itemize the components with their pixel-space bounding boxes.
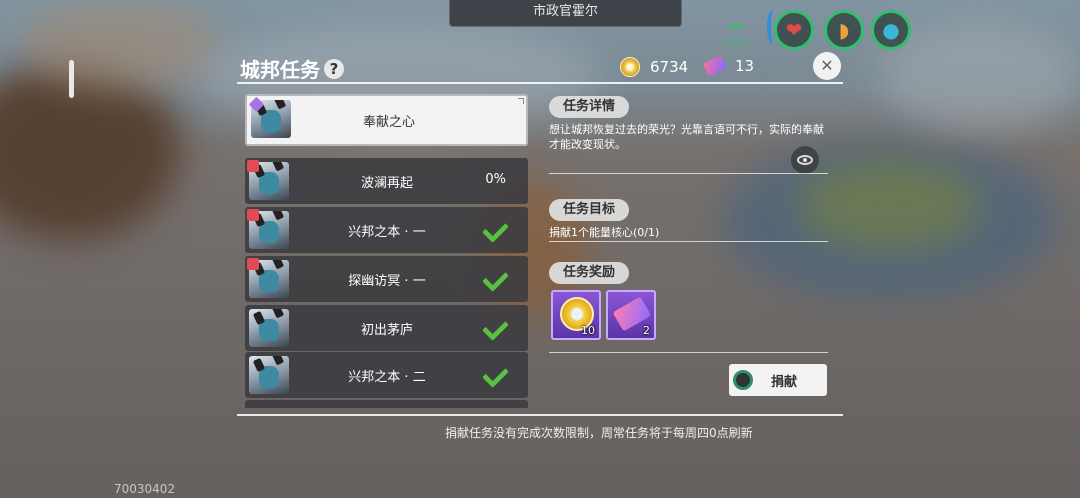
quest-item-selected[interactable]: 奉献之心 — [245, 94, 528, 146]
quest-item[interactable]: 初出茅庐 — [245, 305, 528, 351]
thirst-status-button[interactable]: ● — [871, 10, 911, 50]
close-button[interactable]: ✕ — [813, 52, 841, 80]
donate-icon — [733, 370, 753, 390]
eye-icon — [797, 155, 813, 165]
water-drop-icon: ● — [882, 18, 900, 42]
signal-icon — [726, 24, 748, 38]
ticket-counter: 13 — [702, 55, 755, 77]
footer-note: 捐献任务没有完成次数限制，周常任务将于每周四0点刷新 — [445, 426, 753, 440]
quest-goal: 捐献1个能量核心(0/1) — [549, 226, 660, 239]
section-label-detail: 任务详情 — [549, 96, 630, 118]
ticket-amount: 13 — [735, 57, 755, 75]
quest-type-badge-icon — [247, 258, 259, 270]
quest-item[interactable]: 探幽访冥 · 一 — [245, 256, 528, 302]
quest-name: 兴邦之本 · 二 — [348, 370, 426, 385]
coin-icon — [620, 57, 640, 77]
side-drawer-handle[interactable] — [69, 60, 74, 98]
donate-label: 捐献 — [770, 374, 797, 390]
quest-item[interactable]: 兴邦之本 · 二 — [245, 352, 528, 398]
view-button[interactable] — [791, 146, 819, 174]
quest-type-badge-icon — [247, 209, 259, 221]
quest-name: 探幽访冥 · 一 — [348, 274, 426, 289]
ping-value: 67ms — [725, 38, 749, 47]
coin-amount: 6734 — [650, 58, 689, 76]
reward-item[interactable]: 2 — [606, 290, 656, 340]
footer-divider — [237, 414, 843, 416]
section-divider — [549, 352, 828, 353]
quest-progress: 0% — [485, 172, 506, 187]
ticket-icon — [702, 55, 728, 77]
reward-count: 10 — [581, 324, 595, 337]
quest-name: 奉献之心 — [362, 115, 415, 130]
npc-portrait — [249, 309, 289, 347]
quest-description: 想让城邦恢复过去的荣光？光靠言语可不行，实际的奉献才能改变现状。 — [549, 123, 824, 151]
checkmark-icon — [482, 266, 510, 290]
quest-item[interactable]: 兴邦之本 · 一 — [245, 207, 528, 253]
checkmark-icon — [482, 315, 510, 339]
quest-type-badge-icon — [247, 160, 259, 172]
npc-portrait — [249, 356, 289, 394]
section-label-goal: 任务目标 — [549, 199, 630, 221]
coin-counter: 6734 — [620, 57, 688, 77]
quest-name: 兴邦之本 · 一 — [348, 225, 426, 240]
player-uid: 70030402 — [114, 482, 176, 496]
help-button[interactable]: ? — [324, 58, 344, 79]
quest-item[interactable]: 波澜再起 0% — [245, 158, 528, 204]
quest-name: 波澜再起 — [360, 176, 413, 191]
checkmark-icon — [482, 217, 510, 241]
npc-name-tab: 市政官霍尔 — [449, 0, 682, 27]
quest-item-partial[interactable] — [245, 400, 528, 408]
heart-icon: ❤ — [785, 18, 803, 42]
network-ping: 67ms — [720, 24, 754, 48]
reward-item[interactable]: 10 — [551, 290, 601, 340]
reward-count: 2 — [643, 324, 650, 337]
quest-list[interactable]: 奉献之心 波澜再起 0% 兴邦之本 · 一 探幽访冥 · 一 初出茅庐 兴邦之本… — [243, 94, 529, 408]
header-divider — [237, 82, 843, 84]
checkmark-icon — [482, 362, 510, 386]
section-divider — [549, 173, 828, 174]
donate-button[interactable]: 捐献 — [729, 364, 827, 396]
quest-name: 初出茅庐 — [360, 323, 413, 338]
page-title: 城邦任务 — [240, 58, 320, 82]
selection-corner-icon — [518, 98, 524, 104]
health-status-button[interactable]: ❤ — [767, 9, 814, 50]
hunger-status-button[interactable]: ◗ — [824, 10, 864, 50]
section-label-reward: 任务奖励 — [549, 262, 630, 284]
hunger-icon: ◗ — [838, 18, 850, 42]
section-divider — [549, 241, 828, 242]
panel-header: 城邦任务 ? — [240, 54, 344, 83]
